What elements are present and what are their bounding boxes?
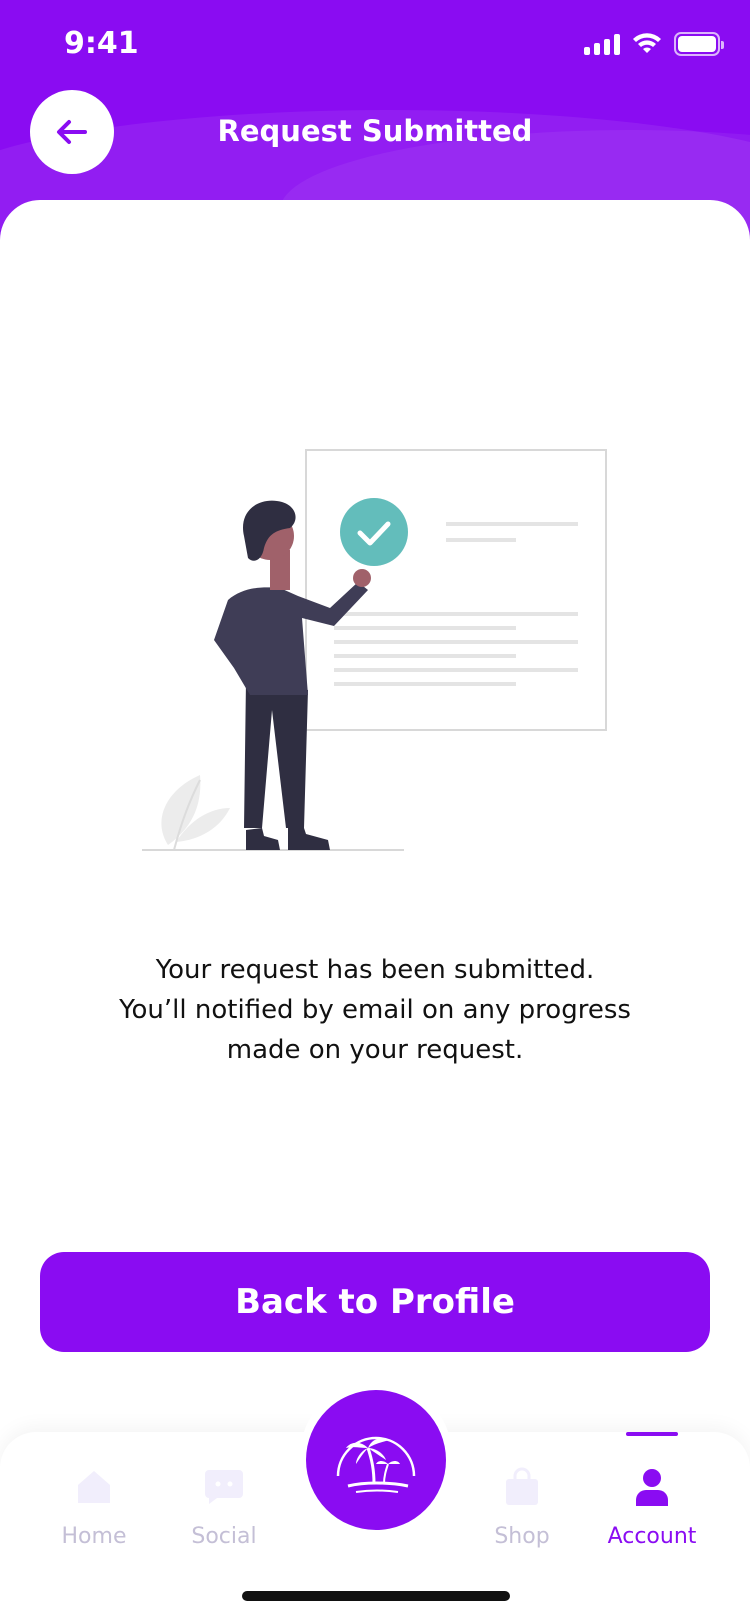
user-icon	[636, 1469, 668, 1506]
confirmation-message: Your request has been submitted. You’ll …	[60, 950, 690, 1070]
status-icons	[584, 32, 724, 56]
tab-label: Social	[191, 1524, 257, 1549]
palm-tree-logo-icon	[336, 1436, 416, 1493]
wifi-icon	[633, 33, 661, 53]
chat-icon	[205, 1470, 243, 1504]
home-icon	[78, 1471, 110, 1503]
status-time: 9:41	[64, 26, 139, 61]
page-title: Request Submitted	[217, 114, 533, 148]
center-home-button[interactable]	[306, 1390, 446, 1530]
back-to-profile-button[interactable]: Back to Profile	[40, 1252, 710, 1352]
shopping-bag-icon	[506, 1467, 538, 1505]
tab-shop[interactable]: Shop	[462, 1432, 582, 1572]
message-line: Your request has been submitted.	[155, 955, 595, 985]
tab-label: Home	[61, 1524, 127, 1549]
request-submitted-illustration	[142, 449, 607, 851]
message-line: You’ll notified by email on any progress	[119, 995, 631, 1025]
tab-social[interactable]: Social	[164, 1432, 284, 1572]
tab-label: Account	[607, 1524, 697, 1549]
tab-home[interactable]: Home	[34, 1432, 154, 1572]
active-tab-indicator	[626, 1432, 678, 1436]
tab-account[interactable]: Account	[592, 1432, 712, 1572]
battery-icon	[674, 32, 724, 56]
cellular-signal-icon	[584, 33, 620, 55]
tab-label: Shop	[494, 1524, 550, 1549]
home-indicator	[242, 1591, 510, 1601]
message-line: made on your request.	[226, 1035, 524, 1065]
